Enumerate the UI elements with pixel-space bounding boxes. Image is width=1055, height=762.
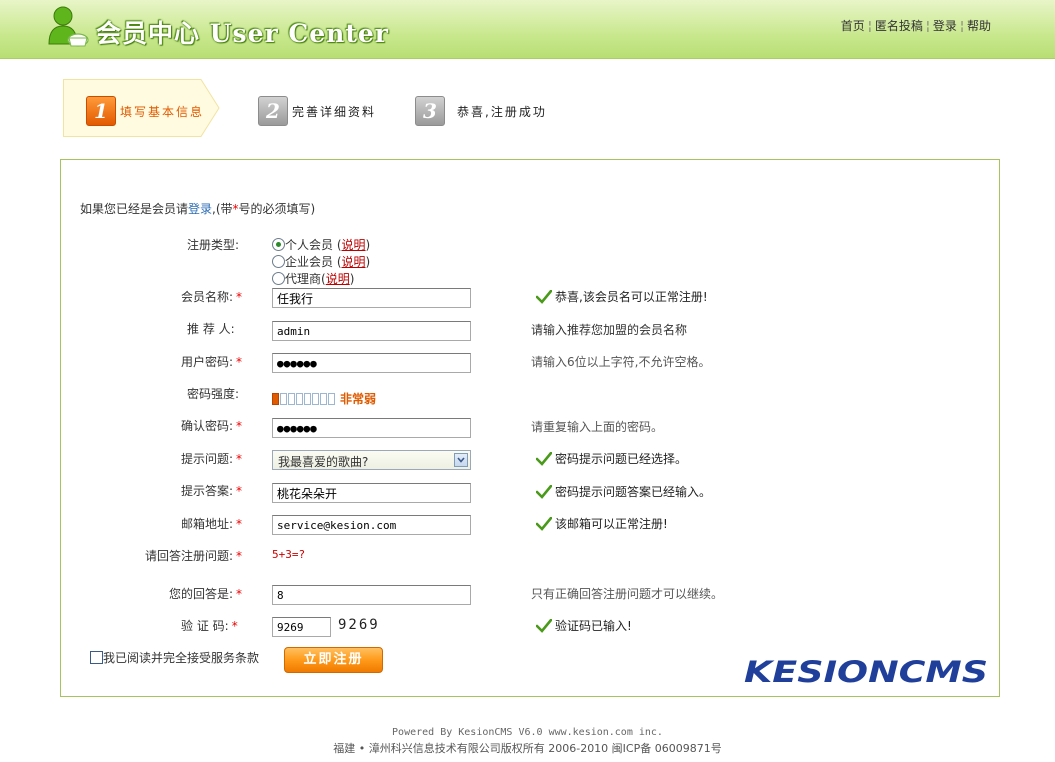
kesioncms-logo: KESIONCMS (744, 655, 988, 688)
strength-segment (328, 392, 335, 405)
step-1-number: 1 (86, 96, 116, 126)
step-3-number: 3 (415, 96, 445, 126)
email-status: 该邮箱可以正常注册! (535, 515, 668, 532)
radio-personal[interactable] (272, 238, 285, 251)
strength-segment (312, 392, 319, 405)
intro-text: 如果您已经是会员请登录,(带*号的必须填写) (80, 202, 316, 216)
check-icon (535, 618, 553, 633)
step-3-label: 恭喜,注册成功 (457, 105, 547, 119)
svg-text:KESIONCMS: KESIONCMS (744, 655, 988, 688)
referrer-label: 推 荐 人: (187, 322, 235, 336)
confirm-label: 确认密码: * (181, 419, 243, 433)
member-logo-icon (48, 6, 89, 47)
reg-answer-input[interactable] (272, 585, 471, 605)
username-status: 恭喜,该会员名可以正常注册! (535, 288, 708, 305)
step-2-number: 2 (258, 96, 288, 126)
password-input[interactable] (272, 353, 471, 373)
step-1-label: 填写基本信息 (120, 105, 205, 119)
captcha-status: 验证码已输入! (535, 617, 632, 634)
strength-segment (272, 392, 279, 405)
footer-copyright: 福建 • 漳州科兴信息技术有限公司版权所有 2006-2010 闽ICP备 06… (333, 742, 722, 755)
radio-company[interactable] (272, 255, 285, 268)
strength-segment (288, 392, 295, 405)
reg-question-label: 请回答注册问题: * (145, 549, 243, 563)
header-bar: 会员中心 User Center 首页 ¦ 匿名投稿 ¦ 登录 ¦ 帮助 (0, 0, 1055, 59)
captcha-input[interactable] (272, 617, 331, 637)
reg-type-label: 注册类型: (187, 238, 240, 252)
radio-agent[interactable] (272, 272, 285, 285)
register-submit-button[interactable]: 立即注册 (284, 647, 383, 673)
footer-powered-by: Powered By KesionCMS V6.0 www.kesion.com… (392, 727, 663, 738)
password-hint: 请输入6位以上字符,不允许空格。 (531, 355, 711, 369)
question-selected-value: 我最喜爱的歌曲? (278, 455, 369, 469)
answer-label: 提示答案: * (181, 484, 243, 498)
confirm-password-input[interactable] (272, 418, 471, 438)
email-label: 邮箱地址: * (181, 517, 243, 531)
step-2-label: 完善详细资料 (292, 105, 377, 119)
nav-home-link[interactable]: 首页 (841, 19, 865, 33)
reg-type-agent[interactable]: 代理商(说明) (272, 270, 354, 286)
password-strength-meter: 非常弱 (272, 390, 377, 406)
question-status: 密码提示问题已经选择。 (535, 450, 687, 467)
reg-answer-label: 您的回答是: * (169, 587, 243, 601)
strength-segment (296, 392, 303, 405)
strength-text: 非常弱 (340, 392, 377, 406)
strength-segment (320, 392, 327, 405)
referrer-hint: 请输入推荐您加盟的会员名称 (531, 323, 688, 337)
check-icon (535, 289, 553, 304)
top-nav: 首页 ¦ 匿名投稿 ¦ 登录 ¦ 帮助 (840, 19, 991, 33)
password-label: 用户密码: * (181, 355, 243, 369)
chevron-down-icon[interactable] (454, 453, 468, 467)
reg-answer-hint: 只有正确回答注册问题才可以继续。 (531, 587, 724, 601)
explain-company-link[interactable]: 说明 (342, 255, 366, 269)
explain-agent-link[interactable]: 说明 (326, 272, 350, 286)
nav-login-link[interactable]: 登录 (933, 19, 957, 33)
question-select[interactable]: 我最喜爱的歌曲? (272, 450, 471, 470)
strength-segment (304, 392, 311, 405)
check-icon (535, 451, 553, 466)
agree-terms[interactable]: 我已阅读并完全接受服务条款 (90, 649, 259, 666)
captcha-image[interactable]: 9269 (338, 617, 380, 633)
username-input[interactable] (272, 288, 471, 308)
reg-question-text: 5+3=? (272, 548, 306, 561)
nav-submit-link[interactable]: 匿名投稿 (875, 19, 923, 33)
answer-status: 密码提示问题答案已经输入。 (535, 483, 711, 500)
login-link[interactable]: 登录 (188, 202, 212, 216)
agree-label: 我已阅读并完全接受服务条款 (103, 651, 260, 665)
check-icon (535, 484, 553, 499)
reg-type-company[interactable]: 企业会员 (说明) (272, 253, 370, 269)
site-title: 会员中心 User Center (96, 19, 389, 48)
strength-label: 密码强度: (187, 387, 240, 401)
check-icon (535, 516, 553, 531)
question-label: 提示问题: * (181, 452, 243, 466)
captcha-label: 验 证 码: * (181, 619, 238, 633)
reg-type-personal[interactable]: 个人会员 (说明) (272, 236, 370, 252)
answer-input[interactable] (272, 483, 471, 503)
email-input[interactable] (272, 515, 471, 535)
explain-personal-link[interactable]: 说明 (342, 238, 366, 252)
strength-segment (280, 392, 287, 405)
agree-checkbox[interactable] (90, 651, 103, 664)
confirm-hint: 请重复输入上面的密码。 (531, 420, 664, 434)
referrer-input[interactable] (272, 321, 471, 341)
username-label: 会员名称: * (181, 290, 243, 304)
nav-help-link[interactable]: 帮助 (967, 19, 991, 33)
